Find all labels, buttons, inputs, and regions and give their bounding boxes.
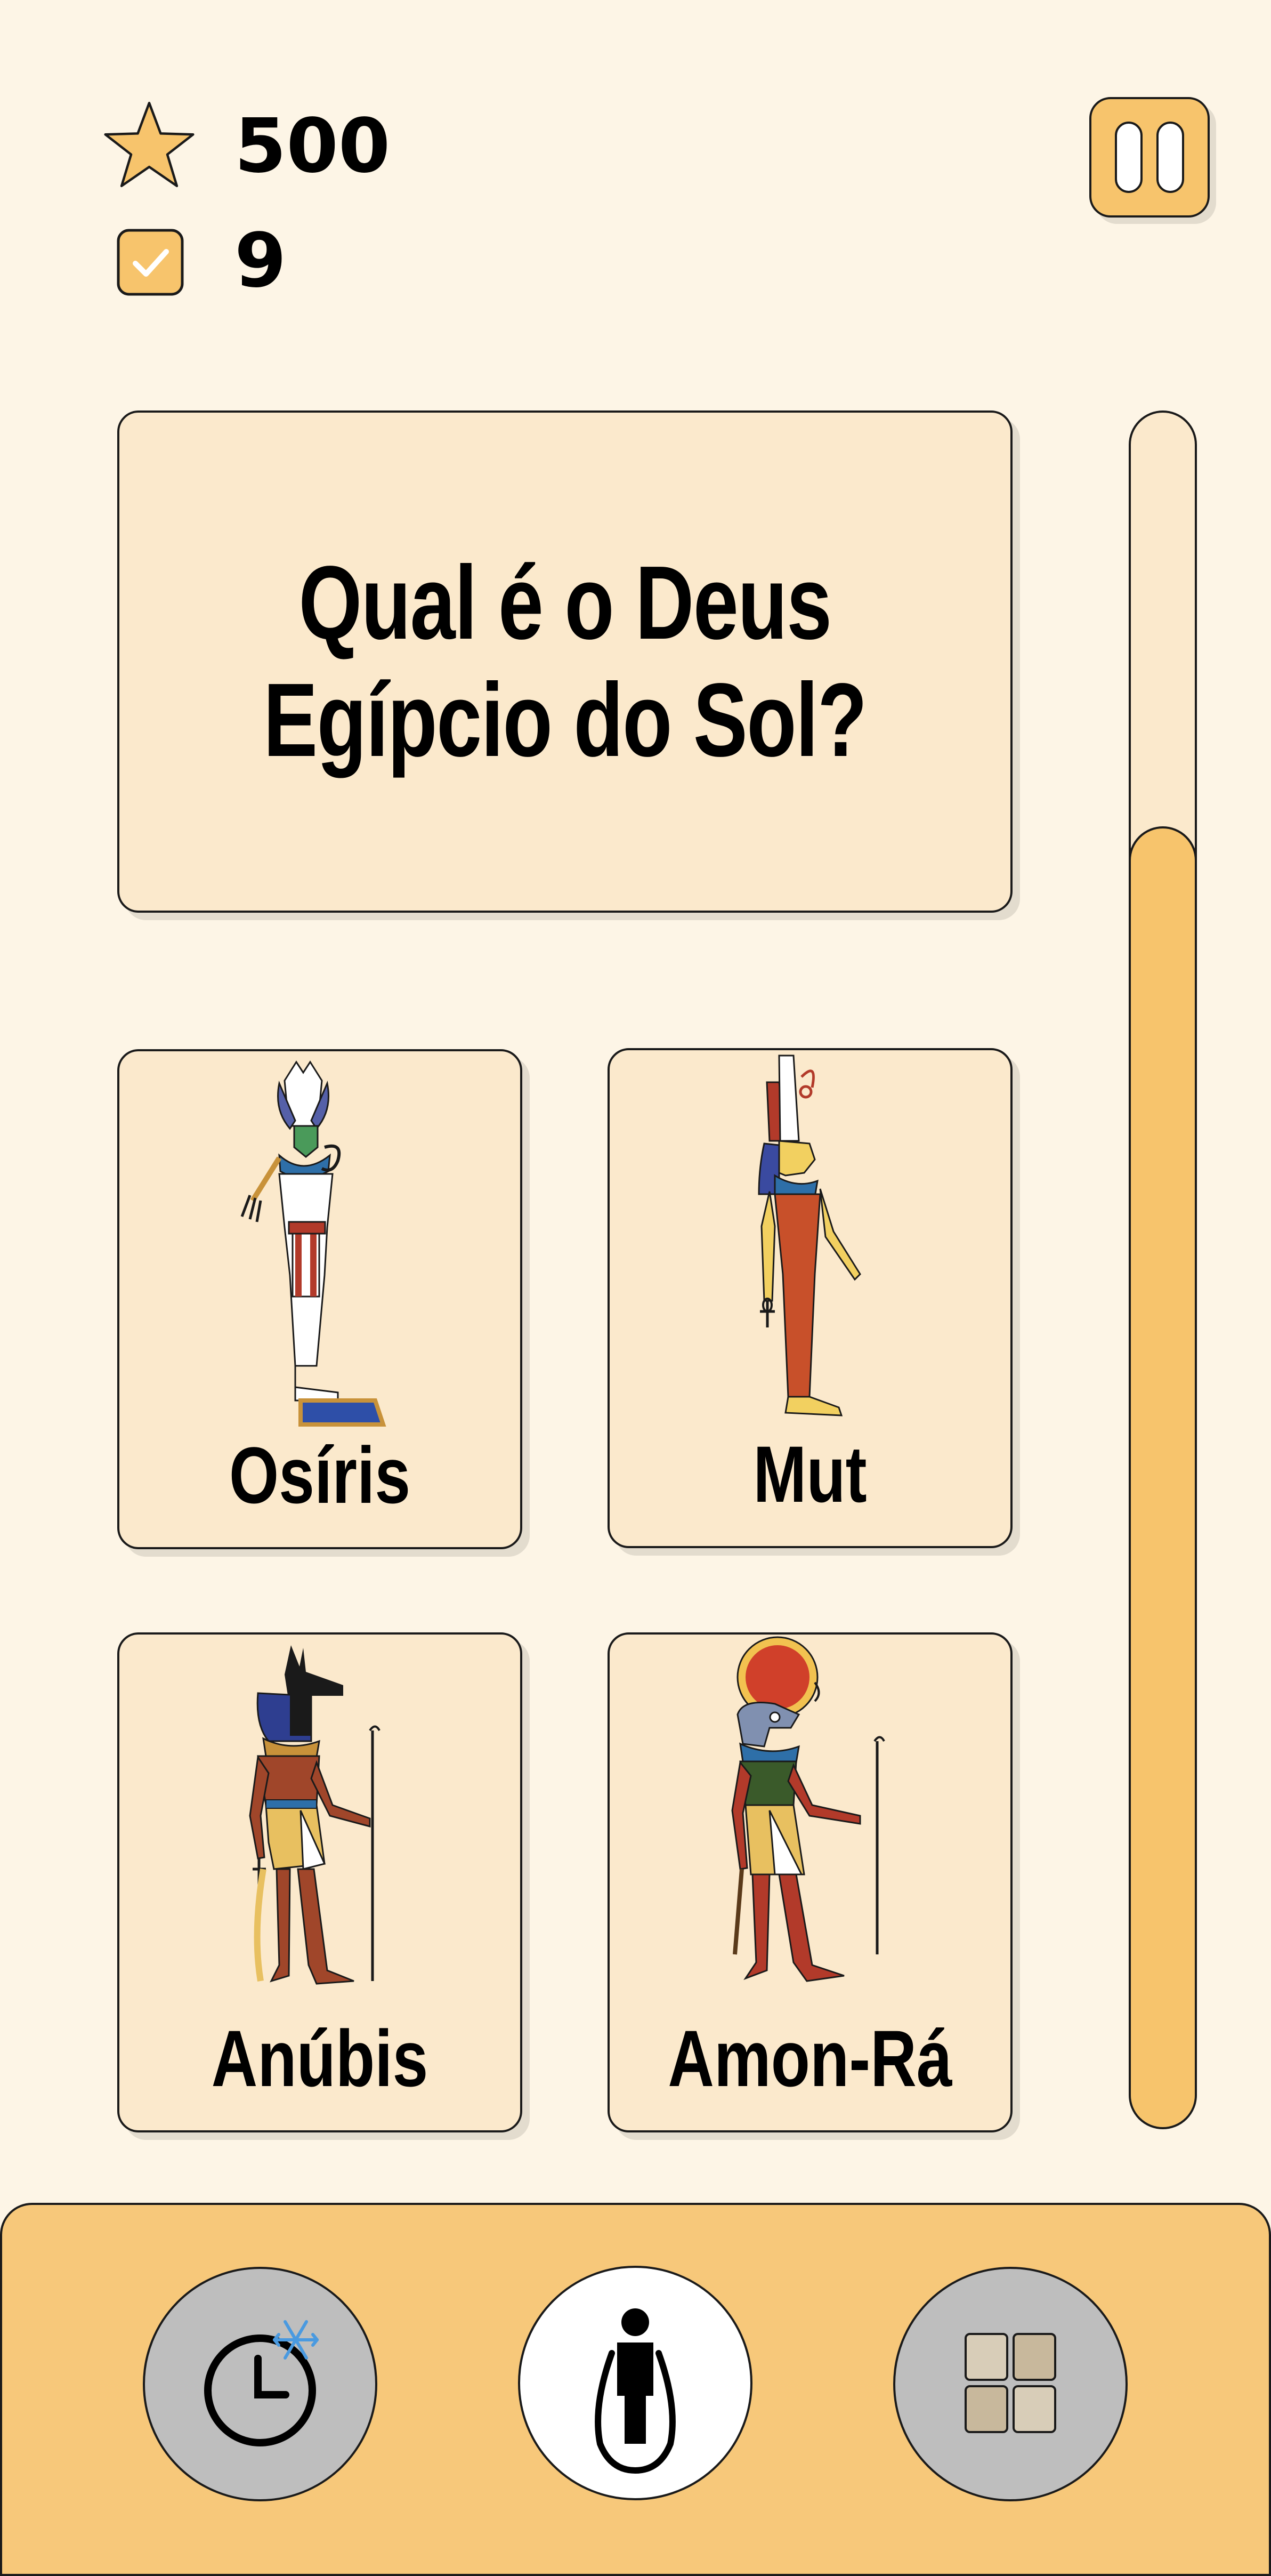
answer-label: Amon-Rá <box>668 2014 952 2103</box>
progress-fill <box>1131 826 1195 2127</box>
jump-rope-skip-icon <box>595 2308 676 2474</box>
answer-label: Osíris <box>229 1430 411 1520</box>
mut-figure <box>758 1054 861 1416</box>
question-text: Qual é o Deus Egípcio do Sol? <box>217 544 912 778</box>
correct-count-value: 9 <box>234 218 287 304</box>
osiris-figure <box>240 1060 386 1427</box>
pause-icon-bar <box>1156 122 1184 193</box>
answer-card-amon-ra[interactable]: Amon-Rá <box>608 1632 1013 2132</box>
answer-label: Anúbis <box>211 2014 428 2103</box>
answer-card-anubis[interactable]: Anúbis <box>117 1632 522 2132</box>
answer-label: Mut <box>753 1429 867 1519</box>
answer-card-mut[interactable]: Mut <box>608 1048 1013 1548</box>
anubis-figure <box>249 1645 381 1985</box>
fifty-fifty-button[interactable] <box>893 2267 1128 2501</box>
pause-icon <box>1115 122 1143 193</box>
freeze-timer-button[interactable] <box>143 2267 377 2501</box>
star-icon <box>101 99 197 190</box>
checkbox-checked-icon <box>116 228 184 296</box>
fifty-fifty-grid-icon <box>965 2333 1056 2433</box>
freeze-timer-icon <box>204 2320 319 2446</box>
score-value: 500 <box>234 103 391 190</box>
pause-button[interactable] <box>1089 97 1210 218</box>
question-card: Qual é o Deus Egípcio do Sol? <box>117 410 1013 913</box>
amon-ra-figure <box>731 1636 885 1982</box>
skip-button[interactable] <box>518 2266 752 2500</box>
question-line-2: Egípcio do Sol? <box>263 662 867 778</box>
question-line-1: Qual é o Deus <box>298 544 832 662</box>
progress-track <box>1129 410 1197 2129</box>
answer-card-osiris[interactable]: Osíris <box>117 1049 522 1549</box>
